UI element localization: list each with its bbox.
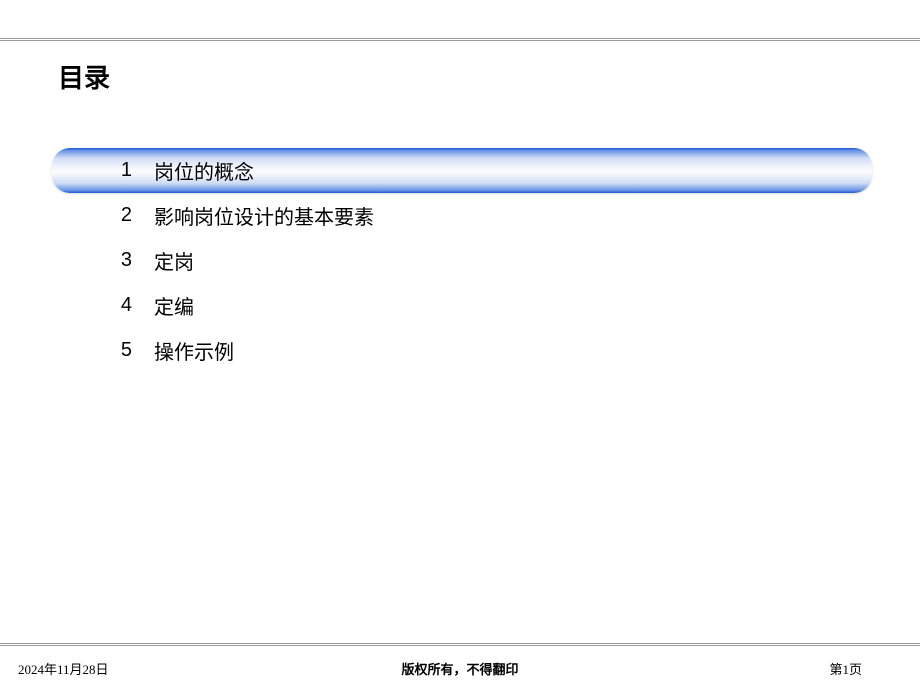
toc-label: 影响岗位设计的基本要素 <box>154 201 374 230</box>
footer: 2024年11月28日 版权所有，不得翻印 第1页 <box>0 659 920 678</box>
toc-number: 2 <box>102 204 136 227</box>
toc-label: 定岗 <box>154 246 194 275</box>
toc-label: 岗位的概念 <box>154 156 254 185</box>
toc-item-2: 2 影响岗位设计的基本要素 <box>52 193 872 238</box>
table-of-contents: 1 岗位的概念 2 影响岗位设计的基本要素 3 定岗 4 定编 5 操作示例 <box>52 148 872 373</box>
toc-item-1: 1 岗位的概念 <box>52 148 872 193</box>
toc-number: 3 <box>102 249 136 272</box>
toc-number: 1 <box>102 159 136 182</box>
footer-copyright: 版权所有，不得翻印 <box>401 659 518 678</box>
slide-title: 目录 <box>58 58 110 95</box>
toc-number: 5 <box>102 339 136 362</box>
toc-item-3: 3 定岗 <box>52 238 872 283</box>
footer-date: 2024年11月28日 <box>18 659 109 678</box>
toc-item-5: 5 操作示例 <box>52 328 872 373</box>
top-divider <box>0 38 920 41</box>
toc-number: 4 <box>102 294 136 317</box>
bottom-divider <box>0 643 920 646</box>
toc-item-4: 4 定编 <box>52 283 872 328</box>
slide: 目录 1 岗位的概念 2 影响岗位设计的基本要素 3 定岗 4 定编 5 操作示… <box>0 0 920 690</box>
toc-label: 操作示例 <box>154 336 234 365</box>
footer-page-number: 第1页 <box>829 659 862 678</box>
toc-label: 定编 <box>154 291 194 320</box>
